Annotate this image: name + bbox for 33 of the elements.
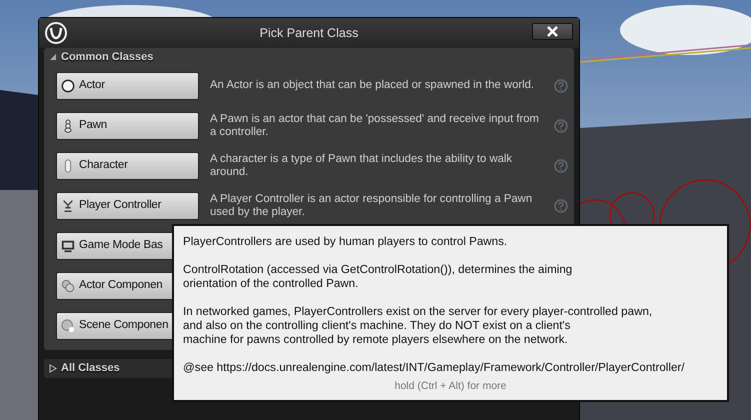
class-description: An Actor is an object that can be placed or spawned in the world. [210, 79, 536, 92]
close-button[interactable] [532, 23, 573, 40]
tooltip-paragraph: ControlRotation (accessed via GetControlRotation()), determines the aiming orientation of the controlled Pawn. [183, 263, 574, 291]
help-icon[interactable] [554, 158, 568, 172]
tooltip-paragraph: PlayerControllers are used by human players to control Pawns. [183, 235, 508, 249]
tooltip-paragraph: @see https://docs.unrealengine.com/latest/INT/Gameplay/Framework/Controller/PlayerController/ [183, 361, 686, 375]
class-button[interactable]: Actor [56, 72, 199, 100]
class-button[interactable]: Character [56, 152, 199, 180]
sphere-icon [61, 78, 75, 92]
class-button[interactable]: Player Controller [56, 192, 199, 220]
help-icon[interactable] [554, 198, 568, 212]
expand-arrow-icon[interactable] [49, 364, 57, 373]
section-header[interactable]: Common Classes [61, 49, 154, 66]
class-description: A Player Controller is an actor responsible for controlling a Pawn used by the player. [210, 192, 534, 218]
expand-arrow-icon[interactable] [49, 53, 57, 62]
class-button[interactable]: Actor Componen [56, 272, 172, 300]
tooltip-paragraph: In networked games, PlayerControllers exist on the server for every player-controlled pawn, and also on the controlling client's machine. They do NOT exist on a client's machine for pawns controlled by remote players elsewhere on the network. [183, 305, 654, 347]
class-description: A Pawn is an actor that can be 'possessed' and receive input from a controller. [210, 112, 540, 138]
window-title: Pick Parent Class [260, 24, 358, 42]
close-icon [547, 26, 558, 37]
help-icon[interactable] [554, 78, 568, 92]
spheres-icon [61, 318, 75, 332]
monitor-icon [61, 238, 75, 252]
tooltip-hint: hold (Ctrl + Alt) for more [394, 379, 508, 393]
class-description: A character is a type of Pawn that includes the ability to walk around. [210, 152, 514, 178]
gears-icon [61, 278, 75, 292]
class-button[interactable]: Scene Componen [56, 312, 172, 340]
section-header[interactable]: All Classes [61, 360, 120, 377]
logo-icon [45, 22, 67, 44]
help-icon[interactable] [554, 118, 568, 132]
controller-icon [61, 198, 75, 212]
class-button[interactable]: Game Mode Bas [56, 232, 172, 260]
class-button[interactable]: Pawn [56, 112, 199, 140]
